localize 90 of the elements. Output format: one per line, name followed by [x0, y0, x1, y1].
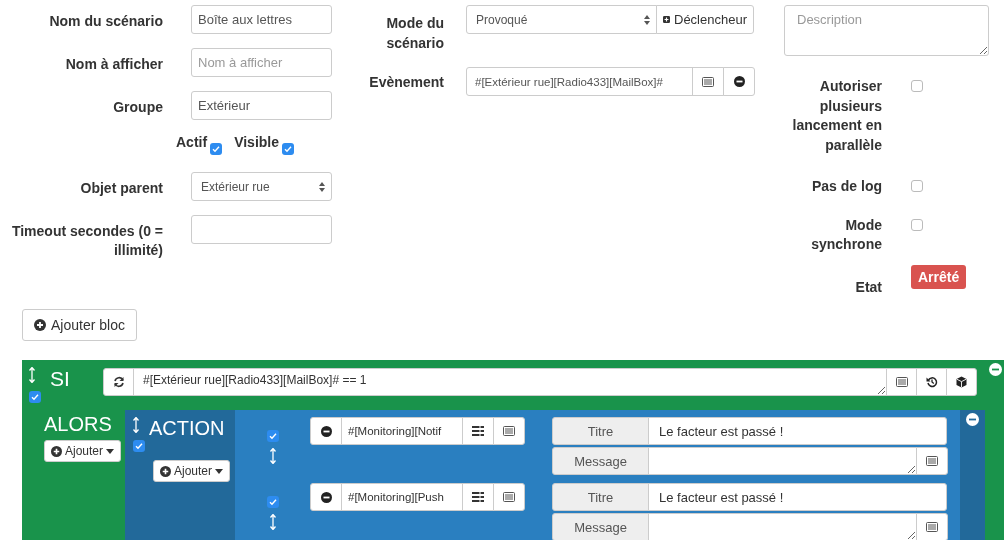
plus-icon — [160, 465, 171, 477]
list-button[interactable] — [916, 513, 948, 540]
checkbox[interactable] — [266, 496, 279, 508]
state-label: Etat — [854, 277, 882, 297]
option-label: Message — [552, 447, 649, 475]
refresh-button[interactable] — [103, 368, 134, 396]
cube-icon — [956, 376, 967, 388]
minus-icon — [733, 76, 745, 87]
option-label: Titre — [552, 483, 649, 511]
add-dropdown-button[interactable]: Ajouter — [153, 460, 231, 482]
checkbox[interactable] — [133, 440, 145, 452]
option-label: Autoriser plusieurs lancement en parallèle — [791, 77, 882, 155]
field-label: Mode du scénario — [385, 14, 444, 53]
list-button[interactable] — [493, 417, 525, 445]
option-field[interactable]: Le facteur est passé ! — [648, 417, 947, 445]
remove-button[interactable] — [310, 417, 342, 445]
caret-icon — [215, 468, 224, 474]
plus-icon — [34, 319, 46, 331]
list-icon — [702, 76, 714, 87]
list-icon — [926, 522, 938, 532]
history-button[interactable] — [916, 368, 947, 396]
checkbox[interactable] — [911, 218, 923, 231]
refresh-icon — [112, 376, 125, 388]
command-field[interactable]: #[Monitoring][Push — [341, 483, 463, 511]
remove-icon[interactable] — [966, 413, 979, 426]
event-field[interactable]: #[Extérieur rue][Radio433][MailBox]# — [466, 67, 693, 96]
list-icon — [503, 426, 515, 436]
block-keyword: ACTION — [149, 417, 225, 440]
text-field[interactable]: Boîte aux lettres — [191, 5, 332, 34]
text-field[interactable]: Extérieur — [191, 91, 332, 120]
updown-icon — [644, 14, 650, 25]
option-label: Titre — [552, 417, 649, 445]
field-label: Groupe — [112, 98, 163, 117]
description-field[interactable]: Description — [784, 5, 989, 56]
checkbox[interactable] — [266, 430, 279, 442]
message-field[interactable] — [648, 513, 917, 540]
list-button[interactable] — [692, 67, 724, 96]
remove-button[interactable] — [723, 67, 755, 96]
checkbox[interactable] — [282, 143, 294, 155]
list-icon — [503, 492, 515, 502]
then-label: ALORS — [44, 413, 113, 436]
checkbox-label: Actif — [176, 134, 208, 150]
list-icon — [895, 377, 908, 387]
command-field[interactable]: #[Monitoring][Notif — [341, 417, 463, 445]
move-icon[interactable] — [269, 514, 276, 530]
field-label: Nom du scénario — [48, 12, 163, 31]
select-field[interactable]: Extérieur rue — [191, 172, 332, 201]
condition-field[interactable]: #[Extérieur rue][Radio433][MailBox]# == 1 — [133, 368, 887, 396]
options-icon — [472, 492, 484, 502]
checkbox[interactable] — [210, 143, 223, 155]
trigger-button[interactable]: Déclencheur — [656, 5, 754, 34]
checkbox[interactable] — [911, 80, 923, 92]
text-field[interactable] — [191, 215, 332, 244]
list-button[interactable] — [916, 447, 948, 475]
minus-icon — [320, 425, 332, 437]
remove-icon[interactable] — [989, 363, 1002, 376]
list-icon — [926, 456, 938, 466]
field-label: Nom à afficher — [64, 55, 163, 74]
list-button[interactable] — [493, 483, 525, 511]
checkbox-label: Visible — [234, 134, 279, 150]
options-icon — [472, 426, 484, 436]
updown-icon — [319, 181, 325, 192]
text-field[interactable]: Nom à afficher — [191, 48, 332, 77]
option-label: Pas de log — [810, 177, 882, 196]
move-icon[interactable] — [29, 367, 35, 383]
option-field[interactable]: Le facteur est passé ! — [648, 483, 947, 511]
caret-icon — [106, 448, 115, 454]
move-icon[interactable] — [269, 448, 276, 464]
remove-button[interactable] — [310, 483, 342, 511]
field-label: Timeout secondes (0 = illimité) — [10, 222, 163, 260]
minus-icon — [320, 491, 332, 503]
plus-icon — [663, 14, 670, 25]
block-keyword: SI — [50, 367, 70, 391]
history-icon — [925, 376, 938, 388]
option-label: Mode synchrone — [810, 215, 882, 254]
field-label: Objet parent — [79, 179, 163, 198]
options-button[interactable] — [462, 483, 494, 511]
select-field[interactable]: Provoqué — [466, 5, 657, 34]
message-field[interactable] — [648, 447, 917, 475]
field-label: Evènement — [368, 73, 444, 92]
options-button[interactable] — [462, 417, 494, 445]
cube-button[interactable] — [946, 368, 977, 396]
state-badge: Arrêté — [911, 264, 967, 289]
add-dropdown-button[interactable]: Ajouter — [44, 440, 122, 462]
checkbox[interactable] — [911, 180, 923, 192]
add-block-button[interactable]: Ajouter bloc — [22, 309, 137, 341]
option-label: Message — [552, 513, 649, 540]
move-icon[interactable] — [133, 417, 139, 433]
plus-icon — [51, 445, 62, 457]
checkbox[interactable] — [29, 391, 41, 403]
